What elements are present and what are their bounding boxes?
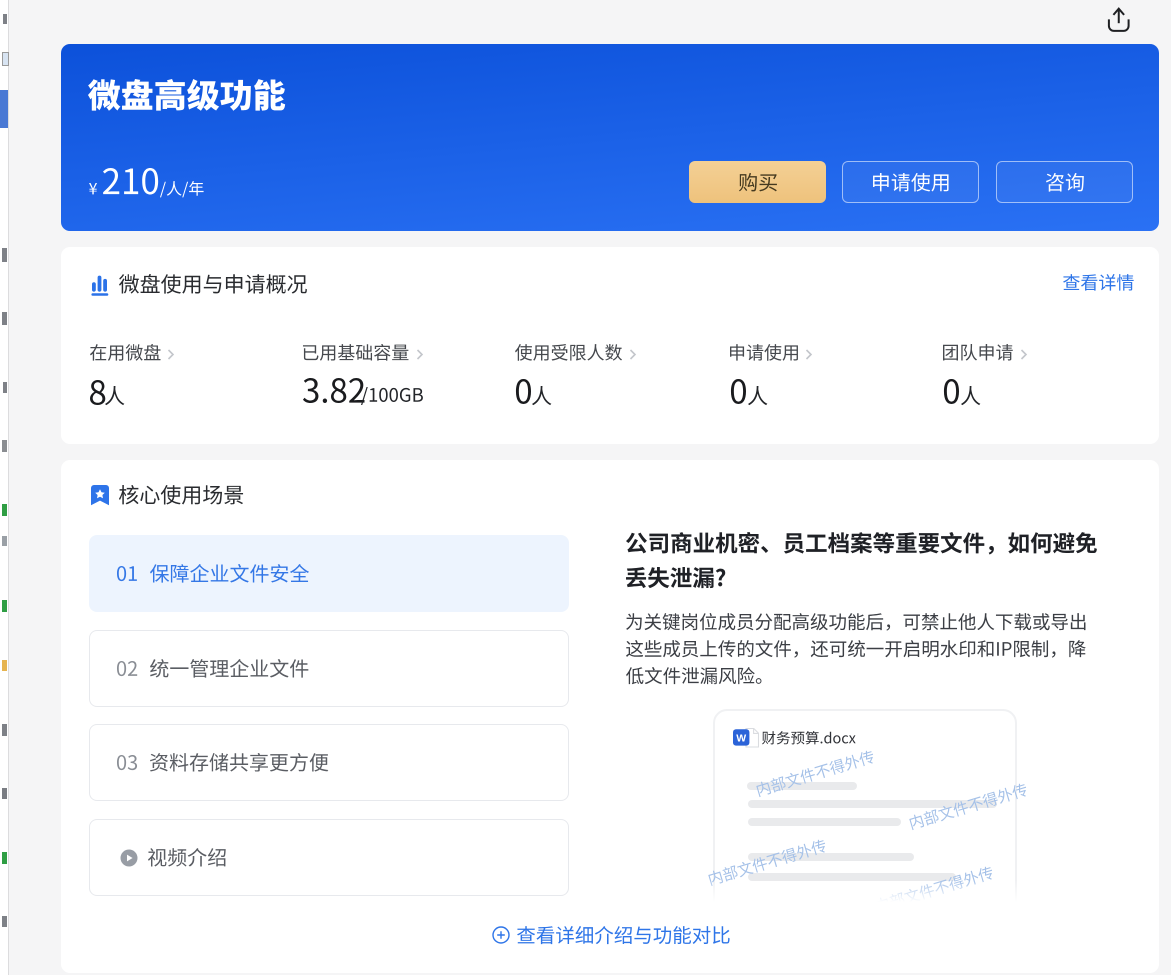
- svg-text:W: W: [736, 732, 746, 744]
